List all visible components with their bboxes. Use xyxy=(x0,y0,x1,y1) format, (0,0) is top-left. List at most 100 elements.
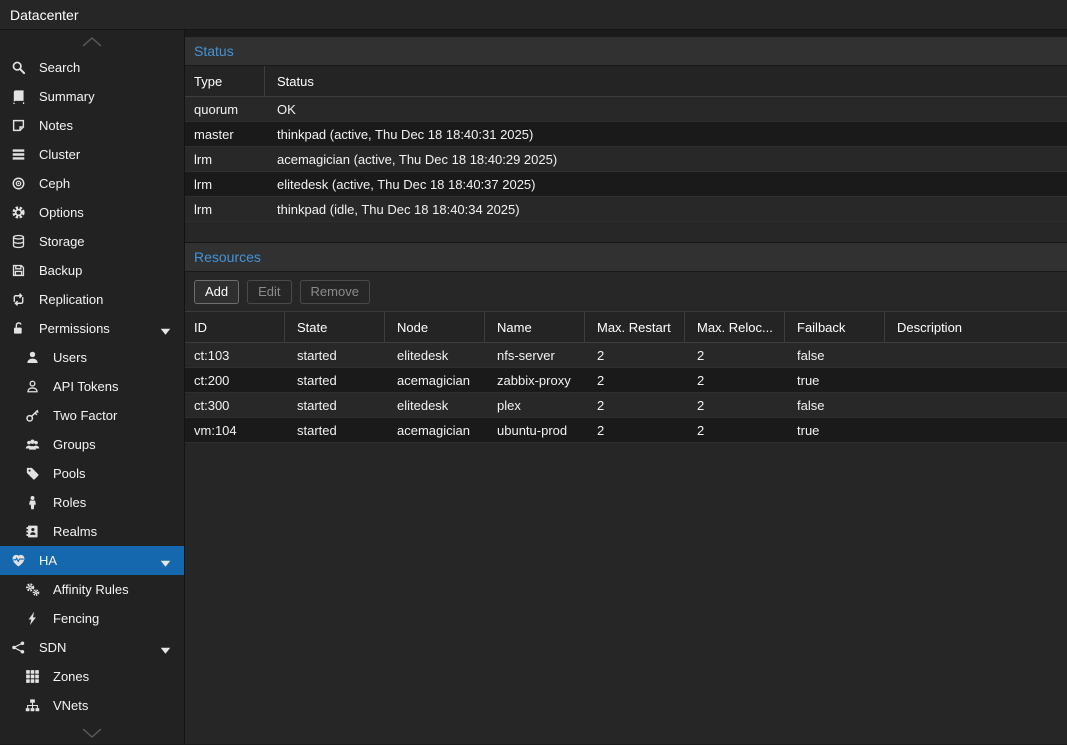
table-row[interactable]: lrmacemagician (active, Thu Dec 18 18:40… xyxy=(185,147,1067,172)
sidebar-item-roles[interactable]: Roles xyxy=(0,488,184,517)
table-row[interactable]: quorumOK xyxy=(185,97,1067,122)
table-cell: started xyxy=(285,373,385,388)
person-icon xyxy=(24,495,41,511)
remove-button[interactable]: Remove xyxy=(300,280,370,304)
add-button[interactable]: Add xyxy=(194,280,239,304)
table-row[interactable]: masterthinkpad (active, Thu Dec 18 18:40… xyxy=(185,122,1067,147)
table-cell: 2 xyxy=(685,423,785,438)
table-row[interactable]: lrmelitedesk (active, Thu Dec 18 18:40:3… xyxy=(185,172,1067,197)
table-cell: 2 xyxy=(685,398,785,413)
sidebar-item-cluster[interactable]: Cluster xyxy=(0,140,184,169)
resources-table-header: IDStateNodeNameMax. RestartMax. Reloc...… xyxy=(185,312,1067,343)
table-cell: thinkpad (active, Thu Dec 18 18:40:31 20… xyxy=(265,127,1067,142)
sidebar-item-ceph[interactable]: Ceph xyxy=(0,169,184,198)
sidebar-item-backup[interactable]: Backup xyxy=(0,256,184,285)
table-row[interactable]: ct:103startedelitedesknfs-server22false xyxy=(185,343,1067,368)
edit-button[interactable]: Edit xyxy=(247,280,291,304)
sidebar-item-api-tokens[interactable]: API Tokens xyxy=(0,372,184,401)
sidebar-item-zones[interactable]: Zones xyxy=(0,662,184,691)
table-row[interactable]: ct:300startedelitedeskplex22false xyxy=(185,393,1067,418)
chevron-down-icon xyxy=(81,727,103,739)
table-cell: thinkpad (idle, Thu Dec 18 18:40:34 2025… xyxy=(265,202,1067,217)
resources-panel-title: Resources xyxy=(185,243,1067,272)
ceph-icon xyxy=(10,176,27,192)
table-cell: OK xyxy=(265,102,1067,117)
sidebar-item-label: Summary xyxy=(39,89,95,104)
summary-icon xyxy=(10,89,27,105)
sidebar-item-vnets[interactable]: VNets xyxy=(0,691,184,720)
column-header-max-reloc[interactable]: Max. Reloc... xyxy=(685,312,785,342)
bolt-icon xyxy=(24,611,41,627)
resources-toolbar: Add Edit Remove xyxy=(185,272,1067,312)
replication-icon xyxy=(10,292,27,308)
column-header-id[interactable]: ID xyxy=(185,312,285,342)
status-table-body: quorumOKmasterthinkpad (active, Thu Dec … xyxy=(185,97,1067,222)
column-header-max-restart[interactable]: Max. Restart xyxy=(585,312,685,342)
sidebar-item-affinity-rules[interactable]: Affinity Rules xyxy=(0,575,184,604)
sidebar-item-search[interactable]: Search xyxy=(0,53,184,82)
sidebar-item-groups[interactable]: Groups xyxy=(0,430,184,459)
sidebar-item-permissions[interactable]: Permissions xyxy=(0,314,184,343)
status-table-header: TypeStatus xyxy=(185,66,1067,97)
sidebar-item-storage[interactable]: Storage xyxy=(0,227,184,256)
search-icon xyxy=(10,60,27,76)
user-icon xyxy=(24,350,41,366)
column-header-failback[interactable]: Failback xyxy=(785,312,885,342)
table-cell: false xyxy=(785,398,885,413)
sidebar-item-label: Roles xyxy=(53,495,86,510)
status-panel-title: Status xyxy=(185,37,1067,66)
sidebar-item-label: Ceph xyxy=(39,176,70,191)
table-cell: 2 xyxy=(685,348,785,363)
table-row[interactable]: ct:200startedacemagicianzabbix-proxy22tr… xyxy=(185,368,1067,393)
sitemap-icon xyxy=(24,698,41,714)
heartbeat-icon xyxy=(10,553,27,569)
sidebar-item-replication[interactable]: Replication xyxy=(0,285,184,314)
table-cell: started xyxy=(285,423,385,438)
backup-icon xyxy=(10,263,27,279)
sidebar-scroll-down[interactable] xyxy=(0,721,184,744)
content-panel: Status TypeStatus quorumOKmasterthinkpad… xyxy=(185,30,1067,744)
sidebar-item-ha[interactable]: HA xyxy=(0,546,184,575)
column-header-state[interactable]: State xyxy=(285,312,385,342)
sidebar-scroll-up[interactable] xyxy=(0,30,184,53)
column-header-status[interactable]: Status xyxy=(265,66,1067,96)
column-header-node[interactable]: Node xyxy=(385,312,485,342)
sidebar-item-pools[interactable]: Pools xyxy=(0,459,184,488)
sidebar-item-two-factor[interactable]: Two Factor xyxy=(0,401,184,430)
table-row[interactable]: vm:104startedacemagicianubuntu-prod22tru… xyxy=(185,418,1067,443)
caret-down-icon xyxy=(160,556,171,571)
sidebar-item-label: HA xyxy=(39,553,57,568)
column-header-type[interactable]: Type xyxy=(185,66,265,96)
sidebar-item-notes[interactable]: Notes xyxy=(0,111,184,140)
sidebar-item-label: Storage xyxy=(39,234,85,249)
page-title: Datacenter xyxy=(10,7,78,23)
table-cell: nfs-server xyxy=(485,348,585,363)
column-header-description[interactable]: Description xyxy=(885,312,1067,342)
address-book-icon xyxy=(24,524,41,540)
table-row[interactable]: lrmthinkpad (idle, Thu Dec 18 18:40:34 2… xyxy=(185,197,1067,222)
sidebar-item-summary[interactable]: Summary xyxy=(0,82,184,111)
breadcrumb-bar: Datacenter xyxy=(0,0,1067,30)
sidebar-item-realms[interactable]: Realms xyxy=(0,517,184,546)
table-cell: acemagician (active, Thu Dec 18 18:40:29… xyxy=(265,152,1067,167)
caret-down-icon xyxy=(160,643,171,658)
sidebar-item-label: Permissions xyxy=(39,321,110,336)
sidebar-item-options[interactable]: Options xyxy=(0,198,184,227)
sidebar-item-label: Affinity Rules xyxy=(53,582,129,597)
table-cell: false xyxy=(785,348,885,363)
sidebar-item-label: Fencing xyxy=(53,611,99,626)
sidebar-item-sdn[interactable]: SDN xyxy=(0,633,184,662)
sidebar-item-label: Search xyxy=(39,60,80,75)
column-header-name[interactable]: Name xyxy=(485,312,585,342)
table-cell: plex xyxy=(485,398,585,413)
table-cell: lrm xyxy=(185,177,265,192)
table-cell: 2 xyxy=(685,373,785,388)
status-table-empty-area xyxy=(185,222,1067,243)
table-cell: true xyxy=(785,423,885,438)
sidebar-item-fencing[interactable]: Fencing xyxy=(0,604,184,633)
sidebar: Search Summary Notes Cluster Ceph Option… xyxy=(0,30,185,744)
sidebar-item-label: Options xyxy=(39,205,84,220)
sidebar-item-users[interactable]: Users xyxy=(0,343,184,372)
resources-table-empty-area xyxy=(185,443,1067,744)
sidebar-item-label: Two Factor xyxy=(53,408,117,423)
